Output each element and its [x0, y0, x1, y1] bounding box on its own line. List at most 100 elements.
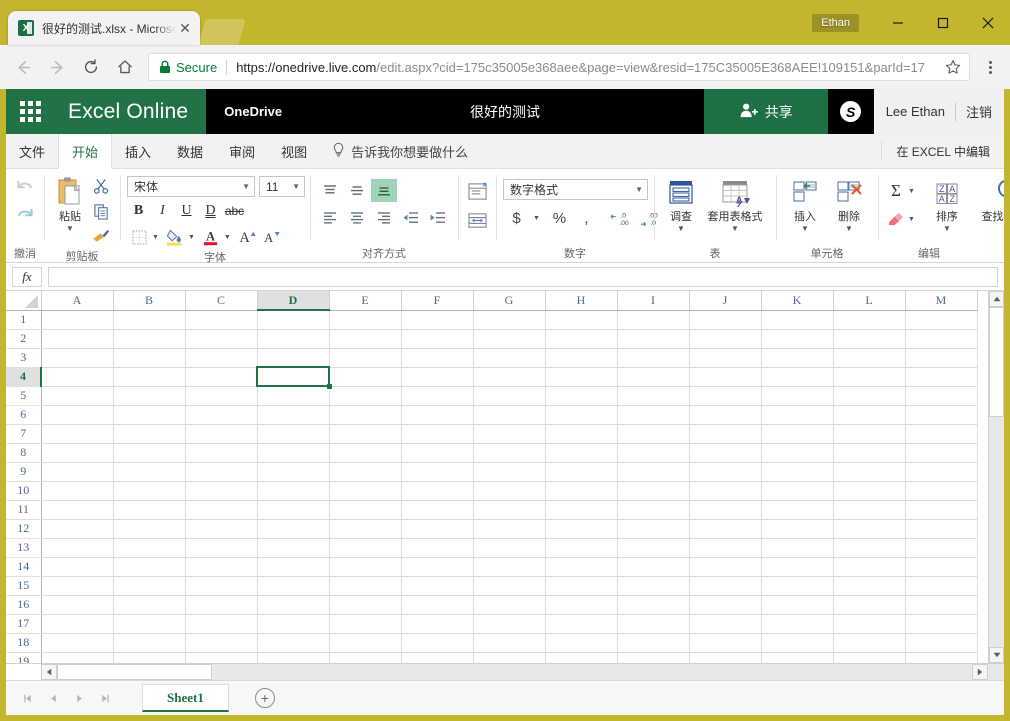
cell-b11[interactable] [113, 500, 186, 520]
cell-d4[interactable] [256, 366, 331, 388]
tab-file[interactable]: 文件 [6, 134, 58, 168]
cell-e14[interactable] [329, 557, 402, 577]
cell-b10[interactable] [113, 481, 186, 501]
cell-j10[interactable] [689, 481, 762, 501]
cell-g11[interactable] [473, 500, 546, 520]
cell-c5[interactable] [185, 386, 258, 406]
cell-e4[interactable] [329, 367, 402, 387]
cell-f10[interactable] [401, 481, 474, 501]
column-header-e[interactable]: E [329, 291, 402, 311]
cell-a13[interactable] [41, 538, 114, 558]
scroll-down-button[interactable] [989, 647, 1004, 663]
cell-m19[interactable] [905, 652, 978, 663]
survey-button[interactable]: 调查 ▼ [661, 173, 701, 233]
wrap-text-icon[interactable] [465, 179, 489, 203]
cell-c1[interactable] [185, 310, 258, 330]
italic-button[interactable]: I [151, 200, 174, 222]
cell-l17[interactable] [833, 614, 906, 634]
cell-g6[interactable] [473, 405, 546, 425]
cell-e18[interactable] [329, 633, 402, 653]
shrink-font-button[interactable]: A [260, 225, 284, 249]
row-header-3[interactable]: 3 [6, 348, 42, 368]
chevron-down-icon[interactable]: ▼ [188, 234, 195, 241]
chevron-down-icon[interactable]: ▼ [943, 225, 951, 233]
grow-font-button[interactable]: A [236, 225, 260, 249]
cell-l8[interactable] [833, 443, 906, 463]
chevron-down-icon[interactable]: ▼ [677, 225, 685, 233]
cell-a4[interactable] [41, 367, 114, 387]
user-name[interactable]: Lee Ethan [886, 104, 945, 119]
cell-k1[interactable] [761, 310, 834, 330]
find-select-button[interactable]: 查找和选择 ▼ [973, 173, 1004, 233]
cell-g1[interactable] [473, 310, 546, 330]
cell-i18[interactable] [617, 633, 690, 653]
cell-g7[interactable] [473, 424, 546, 444]
cell-a12[interactable] [41, 519, 114, 539]
cell-a15[interactable] [41, 576, 114, 596]
cell-l7[interactable] [833, 424, 906, 444]
cell-f17[interactable] [401, 614, 474, 634]
row-header-9[interactable]: 9 [6, 462, 42, 482]
decrease-indent-icon[interactable] [398, 206, 424, 229]
cell-f5[interactable] [401, 386, 474, 406]
cell-d14[interactable] [257, 557, 330, 577]
cell-j12[interactable] [689, 519, 762, 539]
cell-k13[interactable] [761, 538, 834, 558]
row-header-5[interactable]: 5 [6, 386, 42, 406]
cell-m15[interactable] [905, 576, 978, 596]
cell-c15[interactable] [185, 576, 258, 596]
row-header-1[interactable]: 1 [6, 310, 42, 330]
cell-j18[interactable] [689, 633, 762, 653]
column-header-c[interactable]: C [185, 291, 258, 311]
cell-j7[interactable] [689, 424, 762, 444]
cell-f14[interactable] [401, 557, 474, 577]
align-top-icon[interactable] [317, 179, 343, 202]
cell-h7[interactable] [545, 424, 618, 444]
cell-d18[interactable] [257, 633, 330, 653]
cell-f1[interactable] [401, 310, 474, 330]
cell-a5[interactable] [41, 386, 114, 406]
row-header-6[interactable]: 6 [6, 405, 42, 425]
cell-i12[interactable] [617, 519, 690, 539]
cell-d7[interactable] [257, 424, 330, 444]
cell-b17[interactable] [113, 614, 186, 634]
cell-j4[interactable] [689, 367, 762, 387]
cell-k10[interactable] [761, 481, 834, 501]
cell-i14[interactable] [617, 557, 690, 577]
format-as-table-button[interactable]: AZ 套用表格式 ▼ [701, 173, 769, 233]
increase-decimal-icon[interactable]: .0.00 [606, 206, 632, 230]
cell-e10[interactable] [329, 481, 402, 501]
cell-e19[interactable] [329, 652, 402, 663]
cell-b8[interactable] [113, 443, 186, 463]
column-header-b[interactable]: B [113, 291, 186, 311]
column-header-a[interactable]: A [41, 291, 114, 311]
paste-button[interactable]: 粘贴 ▼ [51, 173, 89, 233]
cell-l14[interactable] [833, 557, 906, 577]
cell-m17[interactable] [905, 614, 978, 634]
cell-j8[interactable] [689, 443, 762, 463]
cell-e1[interactable] [329, 310, 402, 330]
sheet-tab-sheet1[interactable]: Sheet1 [142, 684, 229, 712]
cell-l2[interactable] [833, 329, 906, 349]
cell-c3[interactable] [185, 348, 258, 368]
cell-l4[interactable] [833, 367, 906, 387]
cell-g3[interactable] [473, 348, 546, 368]
align-center-icon[interactable] [344, 206, 370, 229]
cell-c11[interactable] [185, 500, 258, 520]
cell-i6[interactable] [617, 405, 690, 425]
cell-h9[interactable] [545, 462, 618, 482]
cell-l10[interactable] [833, 481, 906, 501]
cell-m10[interactable] [905, 481, 978, 501]
cell-e7[interactable] [329, 424, 402, 444]
cell-j19[interactable] [689, 652, 762, 663]
cell-e15[interactable] [329, 576, 402, 596]
cell-d11[interactable] [257, 500, 330, 520]
cell-g8[interactable] [473, 443, 546, 463]
cell-d17[interactable] [257, 614, 330, 634]
cell-l3[interactable] [833, 348, 906, 368]
row-header-19[interactable]: 19 [6, 652, 42, 663]
cell-c7[interactable] [185, 424, 258, 444]
cell-k19[interactable] [761, 652, 834, 663]
cell-f8[interactable] [401, 443, 474, 463]
chevron-down-icon[interactable]: ▼ [731, 225, 739, 233]
